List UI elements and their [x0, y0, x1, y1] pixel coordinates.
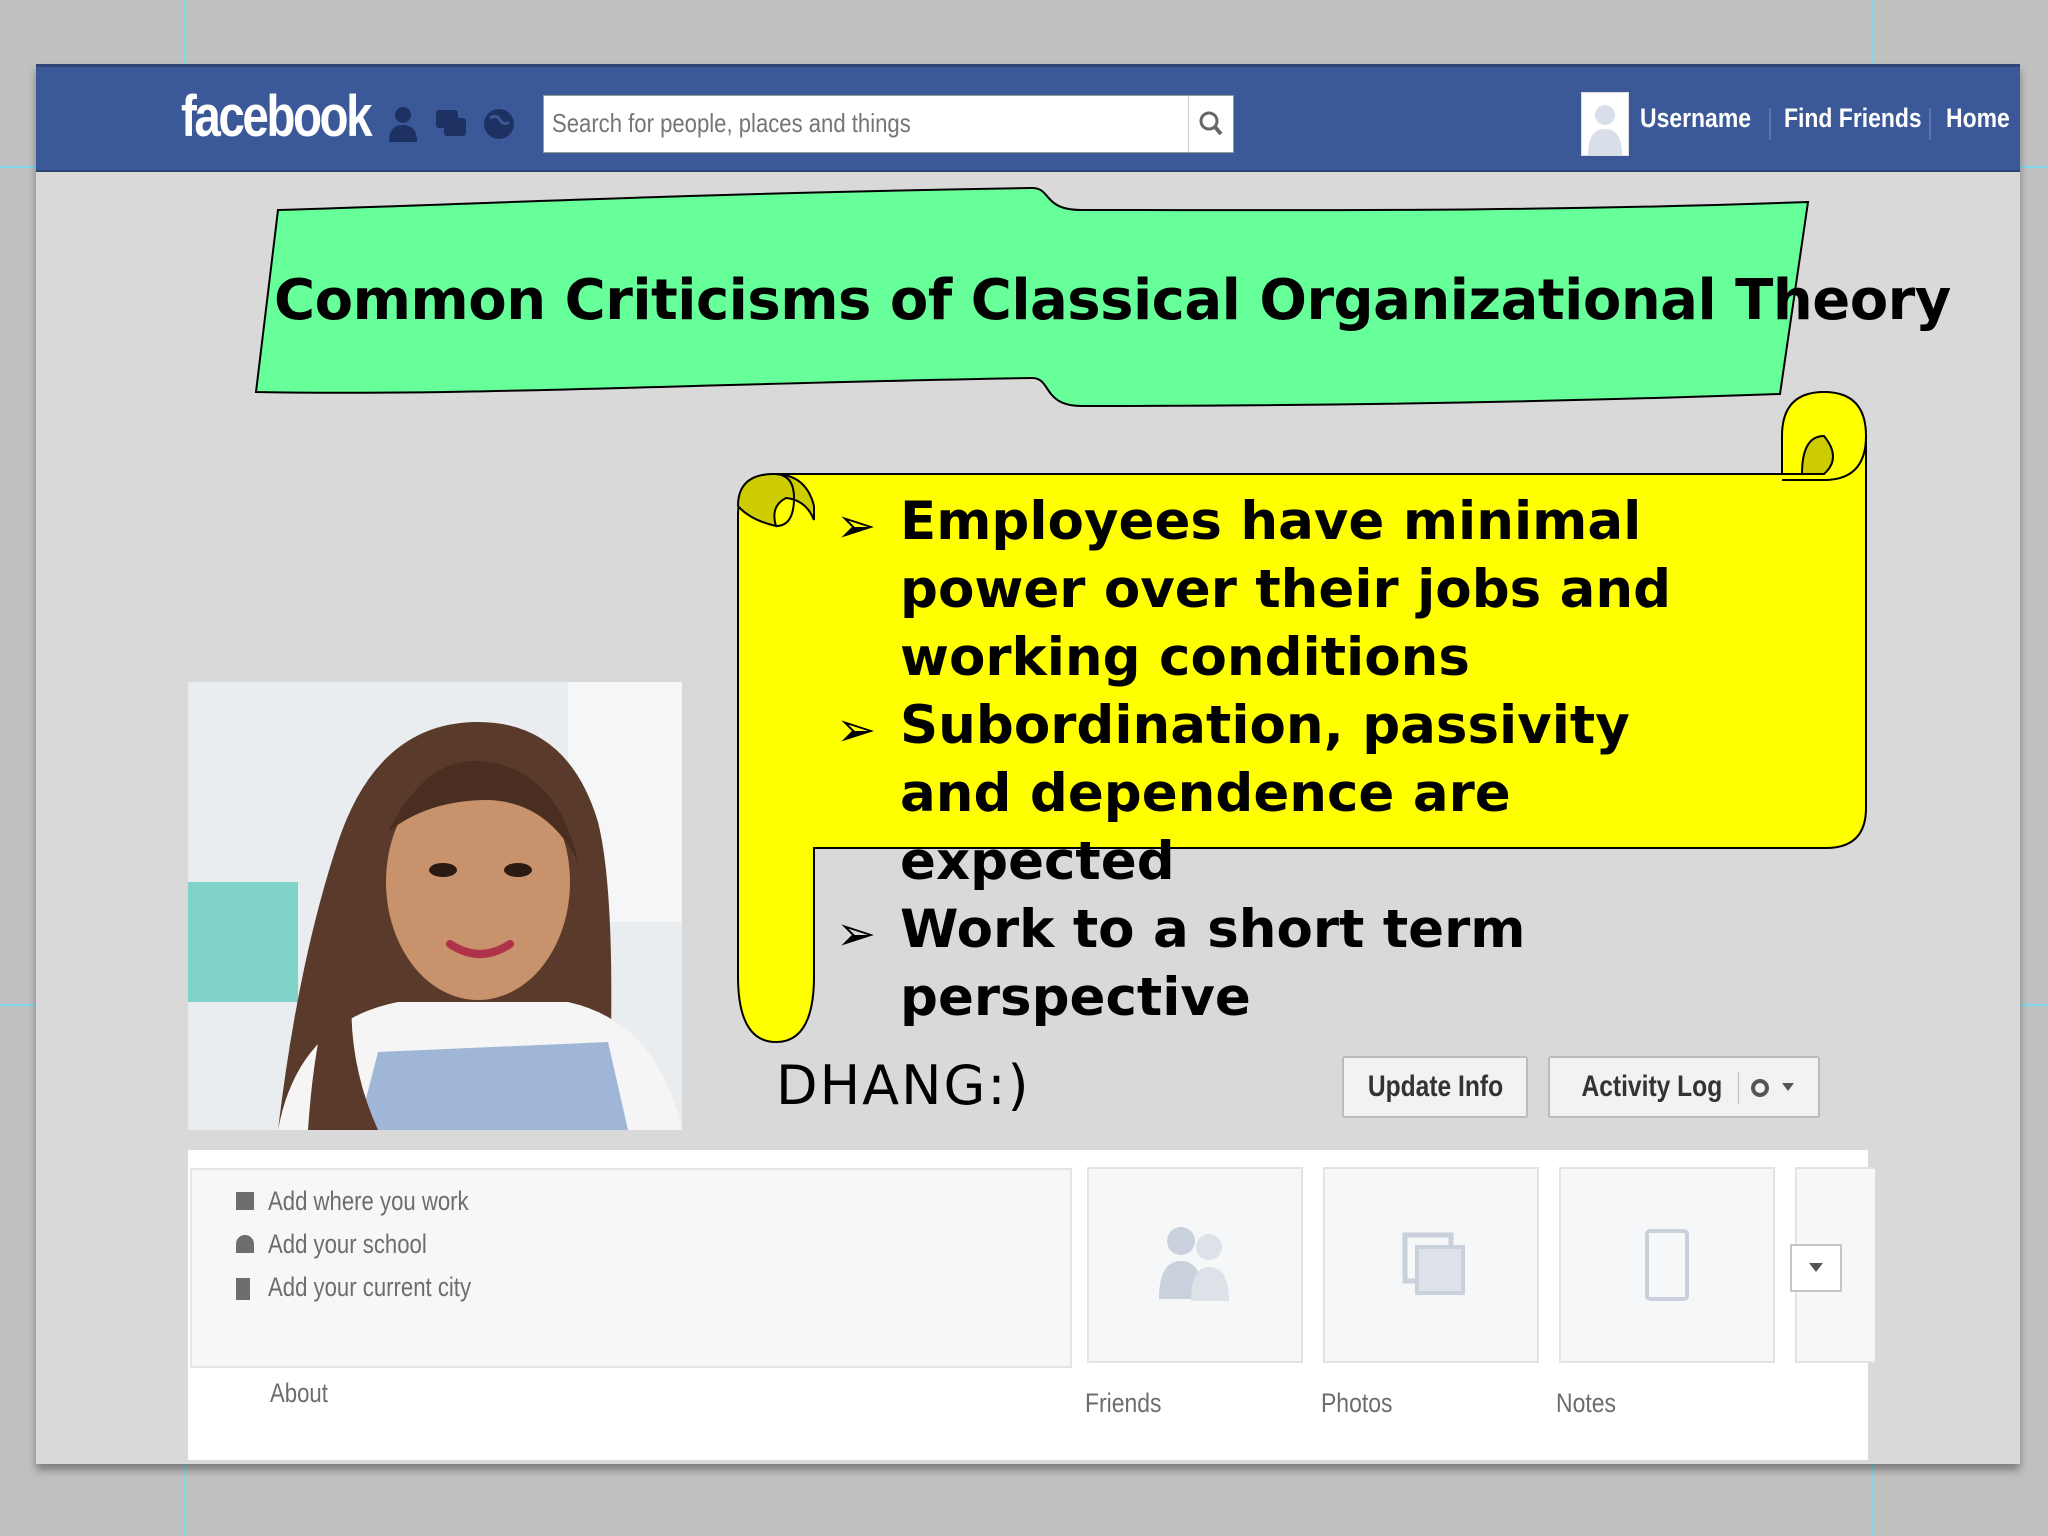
- search-button[interactable]: [1188, 96, 1233, 152]
- arrow-bullet-icon: ➢: [836, 906, 877, 962]
- add-city-link[interactable]: Add your current city: [268, 1272, 471, 1303]
- update-info-button[interactable]: Update Info: [1342, 1056, 1528, 1118]
- nav-separator: [1769, 108, 1771, 140]
- notifications-globe-icon[interactable]: [482, 104, 516, 144]
- slide-title: Common Criticisms of Classical Organizat…: [274, 268, 1951, 333]
- bullet-item: ➢ Subordination, passivity and dependence…: [836, 695, 1630, 892]
- friends-tile[interactable]: [1087, 1167, 1303, 1363]
- bullet-item: ➢ Employees have minimal power over their…: [836, 491, 1672, 688]
- briefcase-icon: [236, 1192, 254, 1210]
- notes-icon: [1645, 1229, 1689, 1301]
- add-work-link[interactable]: Add where you work: [268, 1186, 469, 1217]
- about-tab[interactable]: About: [270, 1378, 328, 1409]
- arrow-bullet-icon: ➢: [836, 498, 877, 554]
- nav-username[interactable]: Username: [1640, 103, 1751, 134]
- search-icon: [1199, 111, 1223, 136]
- chevron-down-icon: [1809, 1263, 1823, 1272]
- photos-tile[interactable]: [1323, 1167, 1539, 1363]
- silhouette-icon: [1582, 93, 1628, 155]
- profile-photo-image: [188, 682, 682, 1130]
- user-avatar[interactable]: [1581, 92, 1629, 156]
- nav-find-friends[interactable]: Find Friends: [1784, 103, 1922, 134]
- notes-tile[interactable]: [1559, 1167, 1775, 1363]
- profile-name: DHANG:): [776, 1054, 1031, 1117]
- gear-dropdown-icon: [1738, 1072, 1794, 1104]
- search-input[interactable]: [552, 102, 1079, 144]
- profile-photo[interactable]: [188, 682, 682, 1130]
- city-building-icon: [236, 1278, 250, 1300]
- bullet-item: ➢ Work to a short term perspective: [836, 899, 1526, 1028]
- activity-log-button[interactable]: Activity Log: [1548, 1056, 1820, 1118]
- add-school-link[interactable]: Add your school: [268, 1229, 427, 1260]
- notes-label[interactable]: Notes: [1556, 1388, 1616, 1419]
- friend-requests-icon[interactable]: [386, 104, 420, 144]
- search-bar: [543, 95, 1234, 153]
- bullet-list: ➢ Employees have minimal power over their…: [836, 488, 1716, 1032]
- photos-icon: [1402, 1232, 1465, 1295]
- friends-label[interactable]: Friends: [1085, 1388, 1162, 1419]
- friends-icon: [1159, 1227, 1229, 1301]
- more-tiles-button[interactable]: [1790, 1244, 1842, 1292]
- photos-label[interactable]: Photos: [1321, 1388, 1392, 1419]
- arrow-bullet-icon: ➢: [836, 702, 877, 758]
- nav-separator: [1929, 108, 1931, 140]
- facebook-logo[interactable]: facebook: [181, 88, 373, 146]
- graduation-cap-icon: [236, 1235, 254, 1253]
- nav-home[interactable]: Home: [1946, 103, 2010, 134]
- messages-icon[interactable]: [434, 104, 468, 144]
